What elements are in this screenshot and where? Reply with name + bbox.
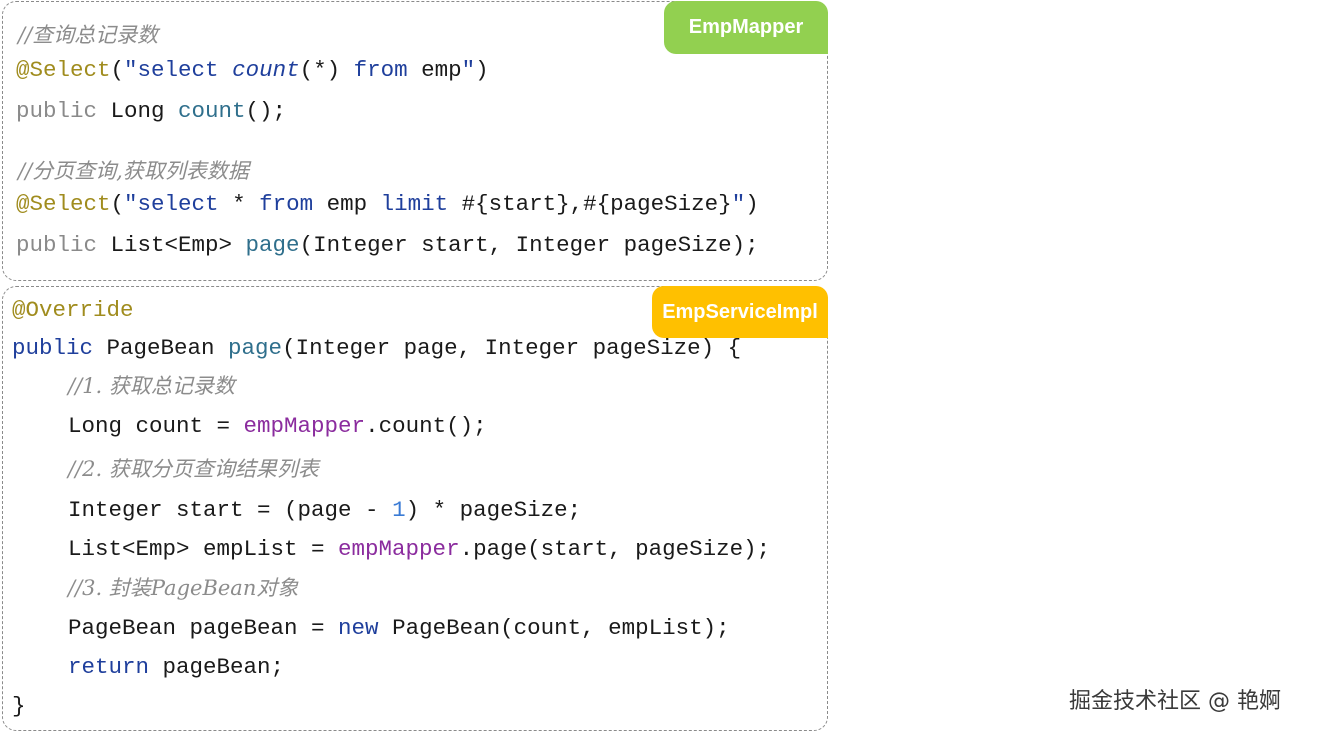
mapper-count-method-line: public Long count();	[16, 98, 287, 124]
mapper-select-count-line: @Select("select count(*) from emp")	[16, 57, 489, 83]
mapper-select-page-line: @Select("select * from emp limit #{start…	[16, 191, 759, 217]
mapper-comment-count: //查询总记录数	[18, 23, 159, 47]
override-annotation: @Override	[12, 297, 134, 323]
service-emplist-line: List<Emp> empList = empMapper.page(start…	[68, 536, 771, 562]
mapper-tag: EmpMapper	[664, 1, 828, 54]
service-page-signature-line: public PageBean page(Integer page, Integ…	[12, 335, 742, 361]
service-comment-2: //2. 获取分页查询结果列表	[68, 457, 319, 481]
service-pagebean-line: PageBean pageBean = new PageBean(count, …	[68, 615, 730, 641]
service-comment-1: //1. 获取总记录数	[68, 374, 235, 398]
watermark: 掘金技术社区 @ 艳婀	[1069, 689, 1281, 714]
closing-brace: }	[12, 693, 26, 719]
annotation: @Select	[16, 191, 111, 217]
service-tag: EmpServiceImpl	[652, 286, 828, 338]
mapper-comment-page: //分页查询,获取列表数据	[18, 159, 249, 183]
service-comment-3: //3. 封装PageBean对象	[68, 576, 299, 600]
service-start-line: Integer start = (page - 1) * pageSize;	[68, 497, 582, 523]
service-return-line: return pageBean;	[68, 654, 285, 680]
mapper-page-method-line: public List<Emp> page(Integer start, Int…	[16, 232, 759, 258]
annotation: @Select	[16, 57, 111, 83]
service-count-line: Long count = empMapper.count();	[68, 413, 487, 439]
